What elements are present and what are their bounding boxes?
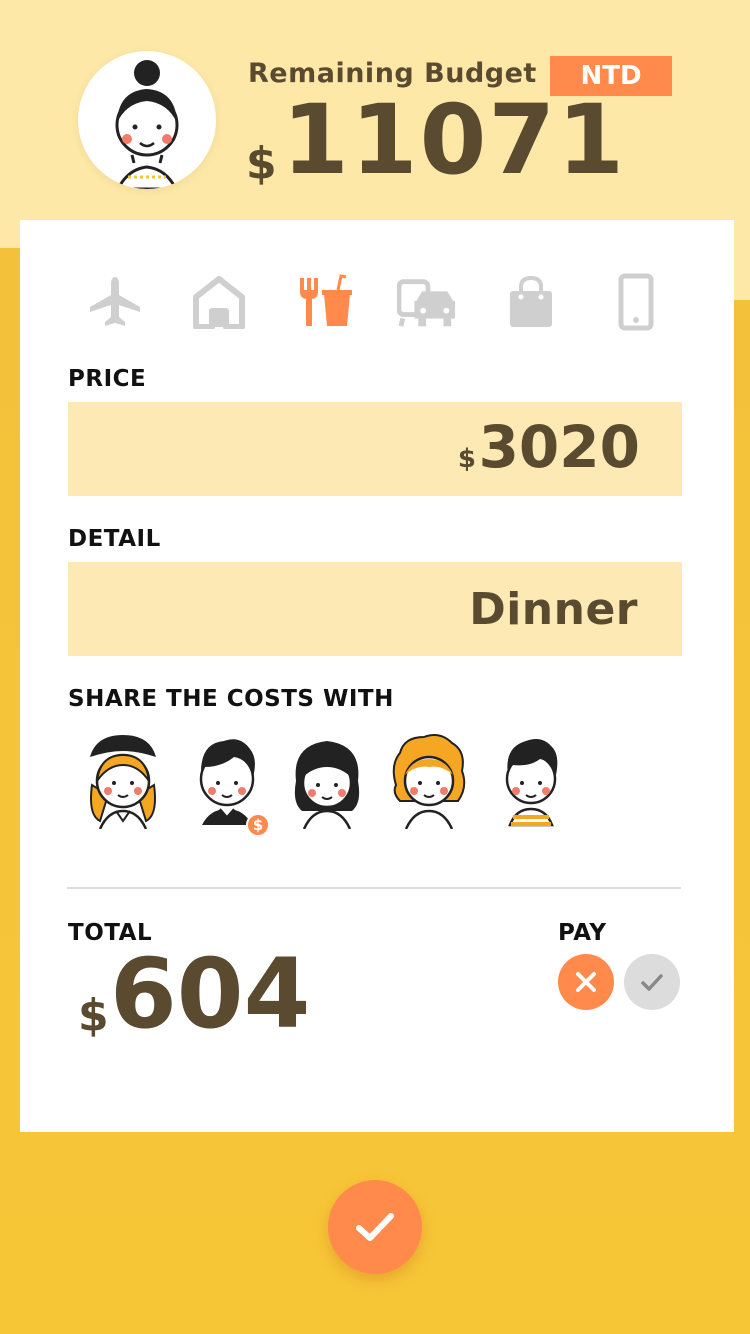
- detail-input[interactable]: Dinner: [68, 562, 682, 656]
- pay-label: PAY: [558, 920, 607, 946]
- budget-currency-symbol: $: [246, 138, 277, 189]
- transport-icon: [397, 279, 456, 327]
- person-avatar-4[interactable]: [384, 725, 474, 830]
- share-label: SHARE THE COSTS WITH: [68, 686, 394, 712]
- close-icon: [576, 972, 596, 992]
- person-avatar-3[interactable]: [282, 725, 372, 830]
- price-label: PRICE: [68, 366, 147, 392]
- check-icon: [356, 1213, 394, 1241]
- detail-value: Dinner: [469, 584, 638, 635]
- category-airplane[interactable]: [85, 272, 145, 332]
- detail-label: DETAIL: [68, 526, 161, 552]
- phone-icon: [618, 273, 654, 331]
- food-drink-icon: [300, 274, 352, 326]
- user-avatar[interactable]: [78, 51, 216, 189]
- category-home[interactable]: [189, 272, 249, 332]
- share-people-list: $: [78, 725, 578, 837]
- person-avatar-5[interactable]: [486, 725, 576, 829]
- total-currency-symbol: $: [78, 990, 109, 1041]
- price-currency-symbol: $: [457, 444, 476, 474]
- shopping-bag-icon: [510, 275, 552, 327]
- total-value: 604: [110, 938, 311, 1050]
- divider: [67, 887, 681, 889]
- category-shopping[interactable]: [501, 272, 561, 332]
- person-avatar-1[interactable]: [78, 725, 168, 830]
- category-selector: [82, 272, 682, 332]
- not-paid-button[interactable]: [558, 954, 614, 1010]
- payer-badge: $: [246, 813, 270, 837]
- expense-card: PRICE $ 3020 DETAIL Dinner SHARE THE COS…: [20, 220, 734, 1132]
- category-food[interactable]: [294, 272, 354, 332]
- home-icon: [193, 276, 245, 329]
- price-input[interactable]: $ 3020: [68, 402, 682, 496]
- category-transport[interactable]: [397, 272, 457, 332]
- price-value: 3020: [478, 413, 640, 481]
- confirm-button[interactable]: [328, 1180, 422, 1274]
- category-phone[interactable]: [606, 272, 666, 332]
- check-icon: [641, 974, 663, 991]
- remaining-budget-value: 11071: [282, 84, 626, 196]
- header-background-edge: [734, 248, 750, 300]
- airplane-icon: [90, 277, 140, 326]
- paid-button[interactable]: [624, 954, 680, 1010]
